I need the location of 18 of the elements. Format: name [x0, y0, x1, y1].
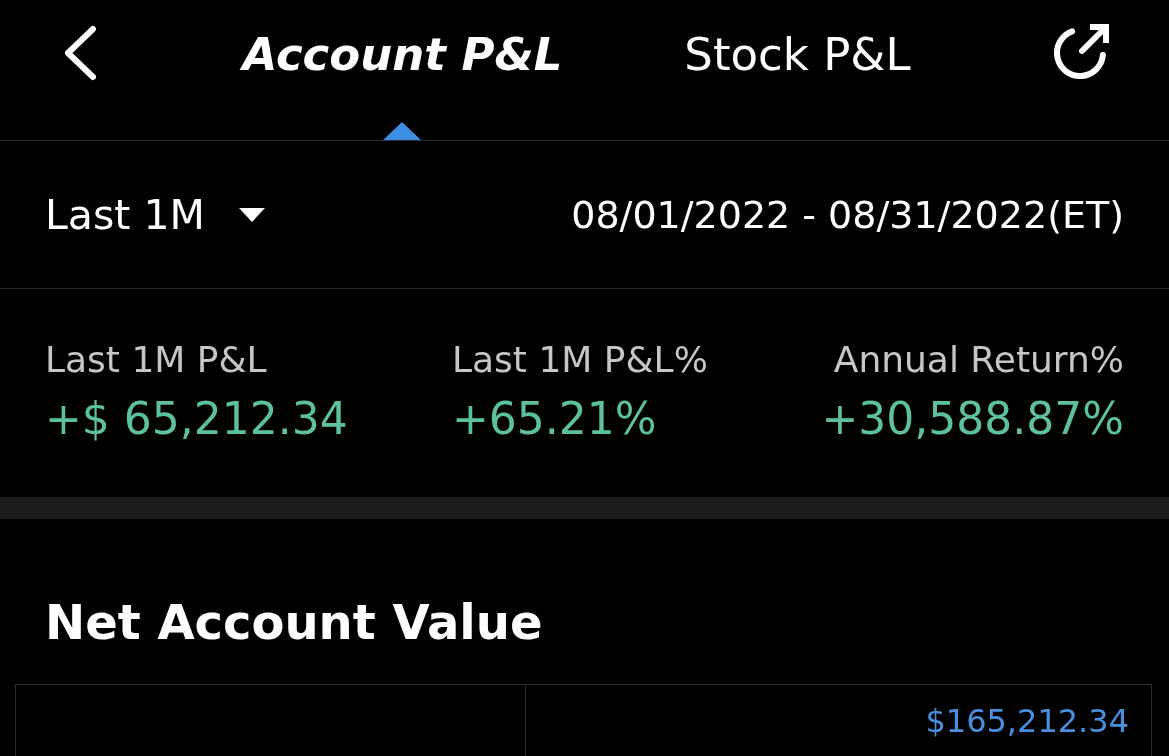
stat-value: +$ 65,212.34: [45, 392, 348, 446]
tab[interactable]: Account P&L: [242, 0, 563, 140]
back-button[interactable]: [62, 25, 98, 81]
period-dropdown[interactable]: Last 1M: [45, 190, 265, 239]
chevron-left-icon: [62, 25, 98, 81]
date-range: 08/01/2022 - 08/31/2022(ET): [571, 192, 1124, 237]
section-title: Net Account Value: [45, 593, 543, 650]
stat-label: Last 1M P&L%: [452, 339, 708, 381]
stat-label: Last 1M P&L: [45, 339, 267, 381]
share-icon: [1052, 21, 1112, 81]
selected-tab-indicator-icon: [383, 122, 422, 140]
stat-value: +65.21%: [452, 392, 657, 446]
tab[interactable]: Stock P&L: [684, 0, 911, 140]
stat-label: Annual Return%: [833, 339, 1124, 381]
chart-value-label: $165,212.34: [925, 702, 1129, 740]
stat-value: +30,588.87%: [821, 392, 1124, 446]
share-button[interactable]: [1052, 21, 1112, 81]
caret-down-icon: [238, 207, 265, 222]
